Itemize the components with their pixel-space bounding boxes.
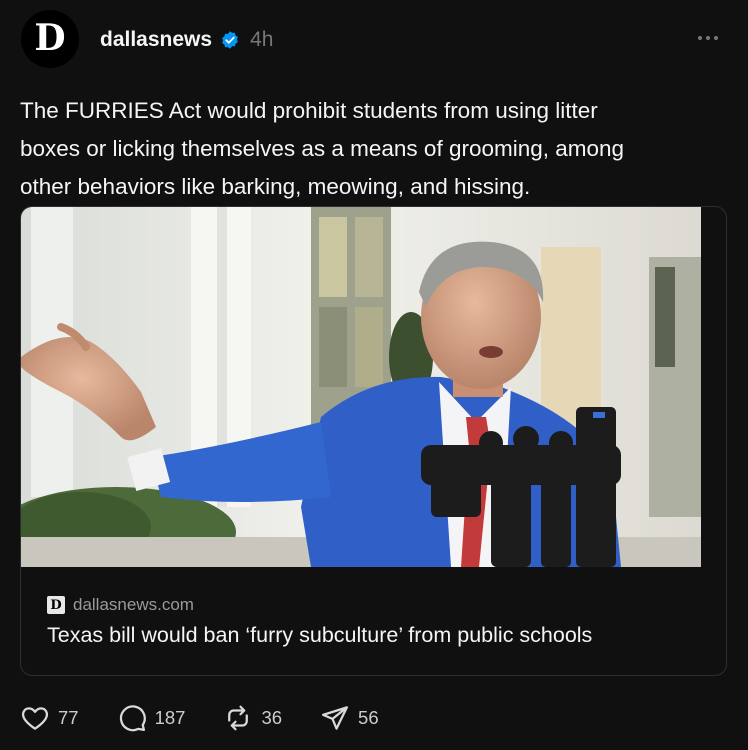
more-icon xyxy=(698,36,702,40)
source-domain: dallasnews.com xyxy=(73,595,194,614)
verified-badge-icon xyxy=(222,31,238,49)
post-header: dallasnews 4h xyxy=(100,26,273,54)
repost-icon xyxy=(228,705,249,731)
link-preview-card[interactable]: D dallasnews.com Texas bill would ban ‘f… xyxy=(20,206,727,676)
reply-count: 187 xyxy=(154,707,186,728)
repost-count: 36 xyxy=(261,707,283,728)
action-bar: 77 187 36 56 xyxy=(20,702,417,734)
share-count: 56 xyxy=(358,707,379,728)
more-options-button[interactable] xyxy=(690,24,726,52)
reply-button[interactable]: 187 xyxy=(117,703,186,733)
post-timestamp: 4h xyxy=(250,28,274,51)
source-logo-icon: D xyxy=(47,596,65,614)
avatar-logo: D xyxy=(34,17,66,59)
card-title: Texas bill would ban ‘furry subculture’ … xyxy=(47,623,593,647)
heart-icon xyxy=(22,707,48,730)
share-icon xyxy=(322,706,349,730)
repost-button[interactable]: 36 xyxy=(223,703,282,733)
like-button[interactable]: 77 xyxy=(20,703,79,733)
like-count: 77 xyxy=(58,707,79,728)
card-source: D dallasnews.com xyxy=(47,595,194,615)
username[interactable]: dallasnews xyxy=(100,28,212,52)
comment-icon xyxy=(119,705,146,732)
article-photo xyxy=(21,207,701,567)
post-text: The FURRIES Act would prohibit students … xyxy=(20,98,625,199)
share-button[interactable]: 56 xyxy=(320,703,379,733)
avatar[interactable]: D xyxy=(21,10,79,68)
